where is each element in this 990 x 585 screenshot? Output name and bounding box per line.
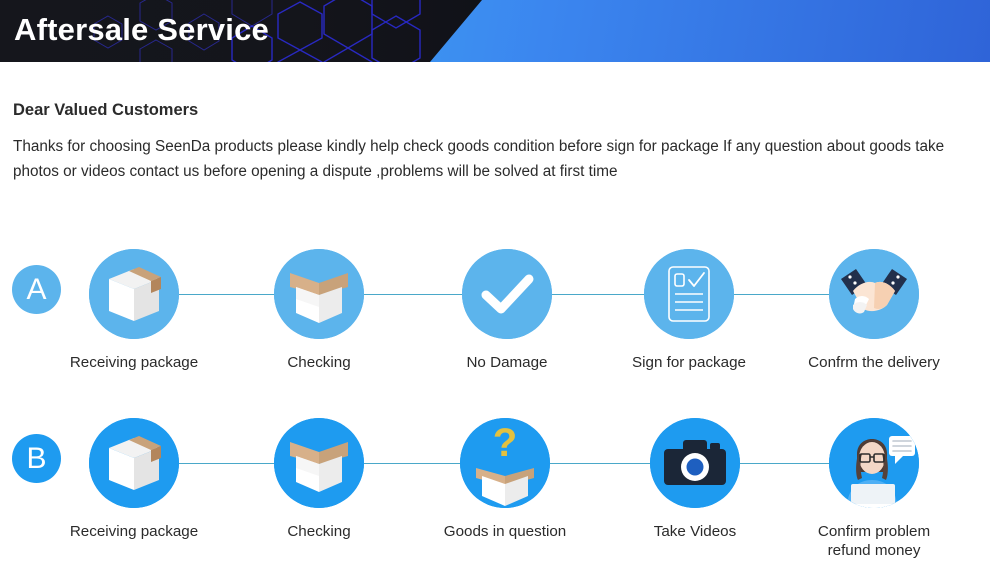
open-box-icon [274, 249, 364, 339]
flow-step-b-3[interactable]: ? Goods in question [420, 414, 590, 541]
intro-block: Dear Valued Customers Thanks for choosin… [13, 100, 965, 184]
flow-step-a-5[interactable]: Confrm the delivery [789, 245, 959, 372]
flow-step-label: Confirm problem refund money [817, 523, 931, 559]
flow-step-label: Take Videos [653, 523, 737, 540]
flow-step-b-5[interactable]: Confirm problem refund money [789, 414, 959, 560]
flow-step-label: Sign for package [632, 354, 746, 371]
intro-heading: Dear Valued Customers [13, 101, 199, 119]
open-box-icon [274, 418, 364, 508]
flow-step-b-2[interactable]: Checking [234, 414, 404, 541]
flow-step-b-4[interactable]: Take Videos [610, 414, 780, 541]
flow-step-b-1[interactable]: Receiving package [49, 414, 219, 541]
closed-box-icon [89, 418, 179, 508]
flow-step-a-2[interactable]: Checking [234, 245, 404, 372]
support-agent-icon [829, 418, 919, 508]
flow-step-a-4[interactable]: Sign for package [604, 245, 774, 372]
flow-step-label: Checking [287, 523, 351, 540]
flow-row-b: B Receiving package Checking ? Goods in … [0, 414, 990, 564]
flow-step-label: Confrm the delivery [808, 354, 940, 371]
closed-box-icon [89, 249, 179, 339]
camera-icon [650, 418, 740, 508]
flow-step-label: Checking [287, 354, 351, 371]
checkmark-icon [462, 249, 552, 339]
flow-step-label: Receiving package [69, 523, 199, 540]
flow-step-a-3[interactable]: No Damage [422, 245, 592, 372]
svg-text:?: ? [493, 421, 517, 465]
flow-step-label: No Damage [466, 354, 548, 371]
handshake-icon [829, 249, 919, 339]
flow-step-a-1[interactable]: Receiving package [49, 245, 219, 372]
signed-document-icon [644, 249, 734, 339]
flow-step-label: Goods in question [443, 523, 567, 540]
page-title: Aftersale Service [14, 12, 270, 47]
page-banner: Aftersale Service [0, 0, 990, 62]
question-box-icon: ? [460, 418, 550, 508]
intro-body: Thanks for choosing SeenDa products plea… [13, 138, 945, 180]
flow-step-label: Receiving package [69, 354, 199, 371]
flow-row-a: A Receiving package Checking No Damage S… [0, 245, 990, 395]
